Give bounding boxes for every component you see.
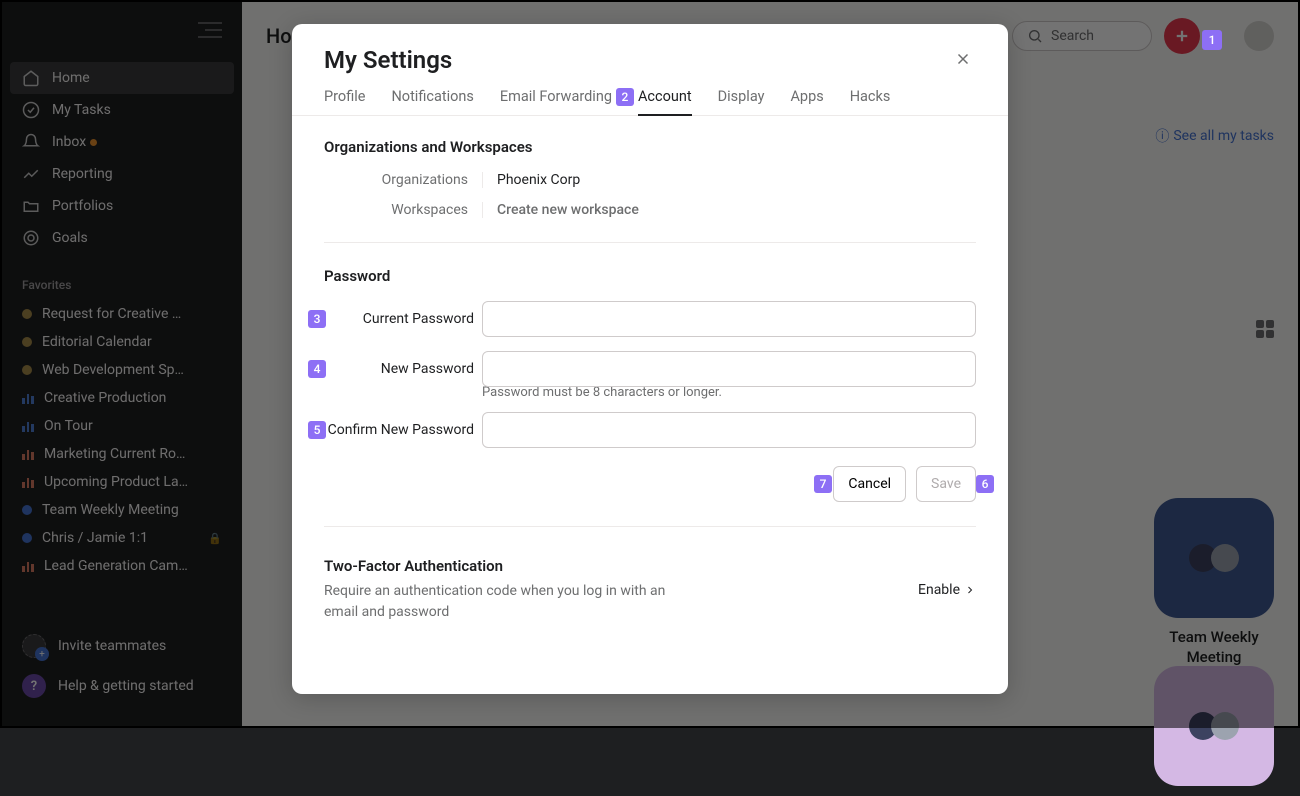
tab-account[interactable]: 2 Account (638, 88, 692, 115)
password-hint: Password must be 8 characters or longer. (482, 385, 976, 400)
twofa-description: Require an authentication code when you … (324, 581, 684, 623)
field-badge: 5 (308, 421, 326, 439)
field-badge: 3 (308, 310, 326, 328)
tab-badge: 2 (616, 88, 634, 106)
organizations-label: Organizations (324, 172, 482, 188)
new-password-label: New Password (324, 360, 482, 378)
twofa-enable-button[interactable]: Enable (918, 582, 976, 598)
tab-hacks[interactable]: Hacks (850, 88, 891, 115)
settings-modal: My Settings Profile Notifications Email … (292, 24, 1008, 694)
password-section-title: Password (324, 267, 976, 285)
current-password-input[interactable] (482, 301, 976, 337)
cancel-button[interactable]: Cancel (833, 466, 906, 502)
tab-display[interactable]: Display (718, 88, 765, 115)
tab-profile[interactable]: Profile (324, 88, 365, 115)
button-badge: 6 (976, 475, 994, 493)
modal-title: My Settings (324, 46, 452, 74)
save-button[interactable]: Save (916, 466, 976, 502)
tab-email-forwarding[interactable]: Email Forwarding (500, 88, 612, 115)
tab-notifications[interactable]: Notifications (391, 88, 473, 115)
workspaces-label: Workspaces (324, 202, 482, 218)
current-password-label: Current Password (324, 310, 482, 328)
tab-apps[interactable]: Apps (790, 88, 823, 115)
org-section-title: Organizations and Workspaces (324, 138, 976, 156)
modal-close-button[interactable] (950, 46, 976, 72)
new-password-input[interactable] (482, 351, 976, 387)
confirm-password-label: Confirm New Password (324, 421, 482, 439)
twofa-title: Two-Factor Authentication (324, 557, 684, 575)
confirm-password-input[interactable] (482, 412, 976, 448)
close-icon (954, 50, 972, 68)
button-badge: 7 (814, 475, 832, 493)
create-workspace-link[interactable]: Create new workspace (482, 202, 976, 218)
overlay-badge: 1 (1202, 30, 1222, 50)
field-badge: 4 (308, 360, 326, 378)
organizations-value: Phoenix Corp (482, 172, 976, 188)
chevron-right-icon (964, 584, 976, 596)
